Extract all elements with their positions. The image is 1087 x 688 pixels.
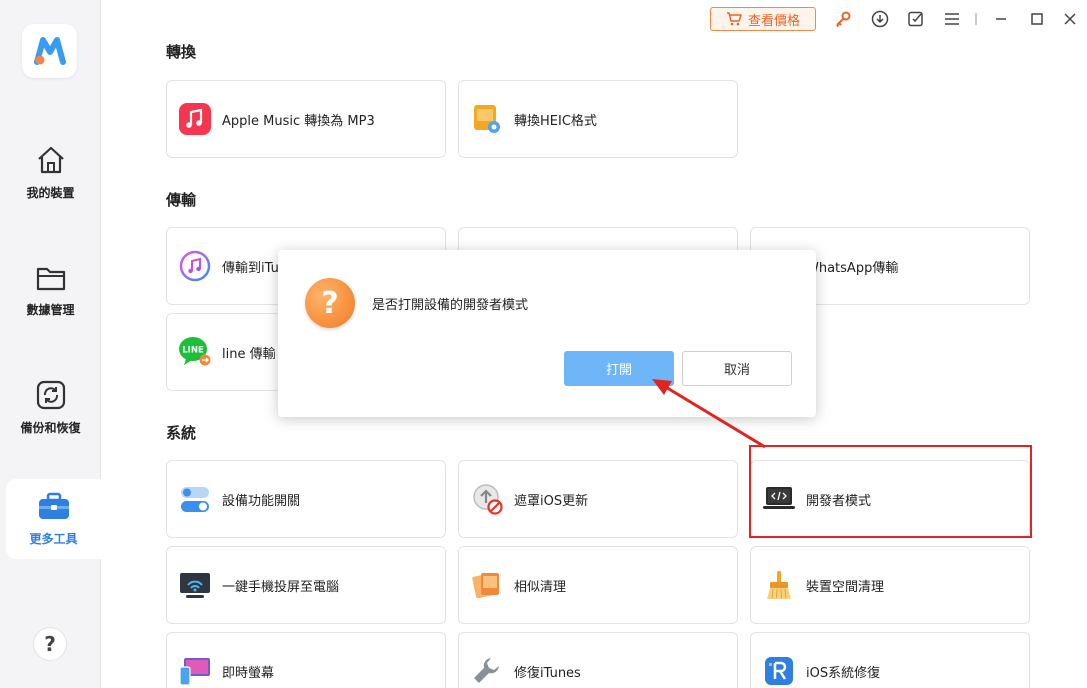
- music-icon: [178, 102, 212, 136]
- wrench-icon: [470, 654, 504, 688]
- view-price-button[interactable]: 查看價格: [710, 7, 816, 31]
- screen-icon: [178, 654, 212, 688]
- download-icon[interactable]: [870, 9, 890, 29]
- tool-card-label: 傳輸到iTu: [222, 260, 279, 276]
- section-title-system: 系統: [166, 424, 197, 442]
- section-title-transfer: 傳輸: [166, 191, 197, 209]
- tool-card-repair-itunes[interactable]: 修復iTunes: [458, 632, 738, 688]
- tool-card-storage-cleanup[interactable]: 裝置空間清理: [750, 546, 1030, 624]
- block-update-icon: [470, 482, 504, 516]
- developer-mode-highlight: [749, 445, 1032, 538]
- svg-text:LINE: LINE: [182, 346, 204, 356]
- tool-card-label: 修復iTunes: [514, 665, 581, 681]
- help-icon: ?: [44, 632, 56, 656]
- close-icon[interactable]: [1060, 9, 1080, 29]
- sidebar-item-my-device[interactable]: 我的裝置: [0, 132, 101, 212]
- photos-icon: [470, 568, 504, 602]
- tool-card-screen-mirror[interactable]: 一鍵手機投屏至電腦: [166, 546, 446, 624]
- maximize-icon[interactable]: [1027, 9, 1047, 29]
- developer-mode-dialog: ? 是否打開設備的開發者模式 打開 取消: [278, 250, 816, 417]
- help-button[interactable]: ?: [33, 627, 67, 661]
- tool-card-label: 即時螢幕: [222, 665, 275, 681]
- app-logo: [22, 24, 77, 78]
- tool-card-label: 裝置空間清理: [806, 579, 885, 595]
- tool-card-label: 轉換HEIC格式: [514, 113, 597, 129]
- cart-icon: [726, 12, 742, 26]
- tool-card-label: 相似清理: [514, 579, 567, 595]
- heic-icon: [470, 102, 504, 136]
- sidebar-item-more-tools[interactable]: 更多工具: [6, 479, 101, 559]
- line-icon: LINE: [178, 335, 212, 369]
- sidebar-item-data-management[interactable]: 數據管理: [0, 250, 101, 330]
- tool-card-heic-convert[interactable]: 轉換HEIC格式: [458, 80, 738, 158]
- tool-card-label: 一鍵手機投屏至電腦: [222, 579, 340, 595]
- minimize-icon[interactable]: [991, 9, 1011, 29]
- section-title-convert: 轉換: [166, 43, 197, 61]
- sidebar-item-label: 備份和恢復: [20, 420, 81, 435]
- tool-card-device-toggles[interactable]: 設備功能開關: [166, 460, 446, 538]
- tool-card-label: 設備功能開關: [222, 493, 301, 509]
- sidebar-item-backup-restore[interactable]: 備份和恢復: [0, 367, 101, 447]
- sidebar: 我的裝置 數據管理 備份和恢復 更多工具 ?: [0, 0, 101, 688]
- toolbox-icon: [38, 492, 69, 519]
- repair-icon: [762, 654, 796, 688]
- tool-card-label: WhatsApp傳輸: [806, 260, 899, 276]
- tool-card-ios-system-repair[interactable]: iOS系統修復: [750, 632, 1030, 688]
- tool-card-live-screen[interactable]: 即時螢幕: [166, 632, 446, 688]
- dialog-message: 是否打開設備的開發者模式: [372, 298, 529, 313]
- itunes-icon: [178, 249, 212, 283]
- key-icon[interactable]: [833, 9, 853, 29]
- question-icon: ?: [305, 278, 355, 328]
- backup-icon: [36, 380, 65, 409]
- view-price-label: 查看價格: [747, 13, 800, 29]
- tool-card-similar-cleanup[interactable]: 相似清理: [458, 546, 738, 624]
- home-icon: [37, 146, 64, 173]
- menu-icon[interactable]: [942, 9, 962, 29]
- tool-card-apple-music-mp3[interactable]: Apple Music 轉換為 MP3: [166, 80, 446, 158]
- tool-card-label: line 傳輸: [222, 346, 276, 362]
- tool-card-label: Apple Music 轉換為 MP3: [222, 113, 375, 129]
- mirror-icon: [178, 568, 212, 602]
- sidebar-item-label: 我的裝置: [26, 185, 75, 200]
- tool-card-label: 遮罩iOS更新: [514, 493, 589, 509]
- folder-icon: [36, 267, 65, 290]
- feedback-icon[interactable]: [906, 9, 926, 29]
- logo-icon: [33, 37, 66, 65]
- tool-card-block-ios-update[interactable]: 遮罩iOS更新: [458, 460, 738, 538]
- tool-card-label: iOS系統修復: [806, 665, 881, 681]
- broom-icon: [762, 568, 796, 602]
- divider-icon: [966, 9, 986, 29]
- sidebar-item-label: 更多工具: [29, 531, 78, 546]
- toggle-icon: [178, 482, 212, 516]
- sidebar-item-label: 數據管理: [26, 302, 75, 317]
- cancel-button[interactable]: 取消: [682, 351, 792, 386]
- open-button[interactable]: 打開: [564, 351, 674, 386]
